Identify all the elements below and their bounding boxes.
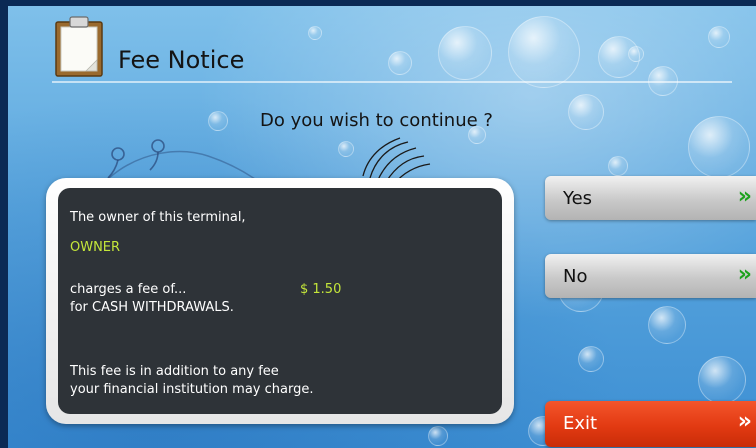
header-divider: [52, 81, 732, 83]
bubble-decoration: [208, 111, 228, 131]
bubble-decoration: [388, 51, 412, 75]
yes-button-label: Yes: [563, 188, 593, 209]
no-button[interactable]: No »: [545, 254, 756, 298]
double-chevron-right-icon: »: [737, 184, 752, 209]
fee-notice-panel: The owner of this terminal, OWNER charge…: [46, 178, 514, 424]
bubble-decoration: [578, 346, 604, 372]
fee-notice-content: The owner of this terminal, OWNER charge…: [58, 188, 502, 414]
bubble-decoration: [688, 116, 750, 178]
prompt-question: Do you wish to continue ?: [260, 110, 493, 131]
exit-button-label: Exit: [563, 413, 598, 434]
atm-screen: Fee Notice Do you wish to continue ? The…: [8, 6, 756, 448]
fee-disclaimer-line-2: your financial institution may charge.: [70, 382, 314, 397]
fee-transaction-type: for CASH WITHDRAWALS.: [70, 300, 234, 315]
clipboard-icon: [55, 16, 103, 77]
fee-label: charges a fee of...: [70, 282, 187, 297]
bubble-decoration: [308, 26, 322, 40]
bubble-decoration: [428, 426, 448, 446]
bubble-decoration: [438, 26, 492, 80]
fee-amount: $ 1.50: [300, 282, 342, 297]
bubble-decoration: [338, 141, 354, 157]
double-chevron-right-icon: »: [737, 262, 752, 287]
page-title: Fee Notice: [118, 46, 245, 74]
bubble-decoration: [628, 46, 644, 62]
bubble-decoration: [708, 26, 730, 48]
bubble-decoration: [508, 16, 580, 88]
fee-disclaimer-line-1: This fee is in addition to any fee: [70, 364, 279, 379]
bubble-decoration: [568, 94, 604, 130]
bubble-decoration: [698, 356, 746, 404]
bubble-decoration: [608, 156, 628, 176]
yes-button[interactable]: Yes »: [545, 176, 756, 220]
notice-owner-intro: The owner of this terminal,: [70, 210, 246, 225]
bubble-decoration: [648, 306, 686, 344]
owner-name: OWNER: [70, 240, 121, 255]
double-chevron-right-icon: »: [737, 409, 752, 434]
no-button-label: No: [563, 266, 588, 287]
exit-button[interactable]: Exit »: [545, 401, 756, 447]
